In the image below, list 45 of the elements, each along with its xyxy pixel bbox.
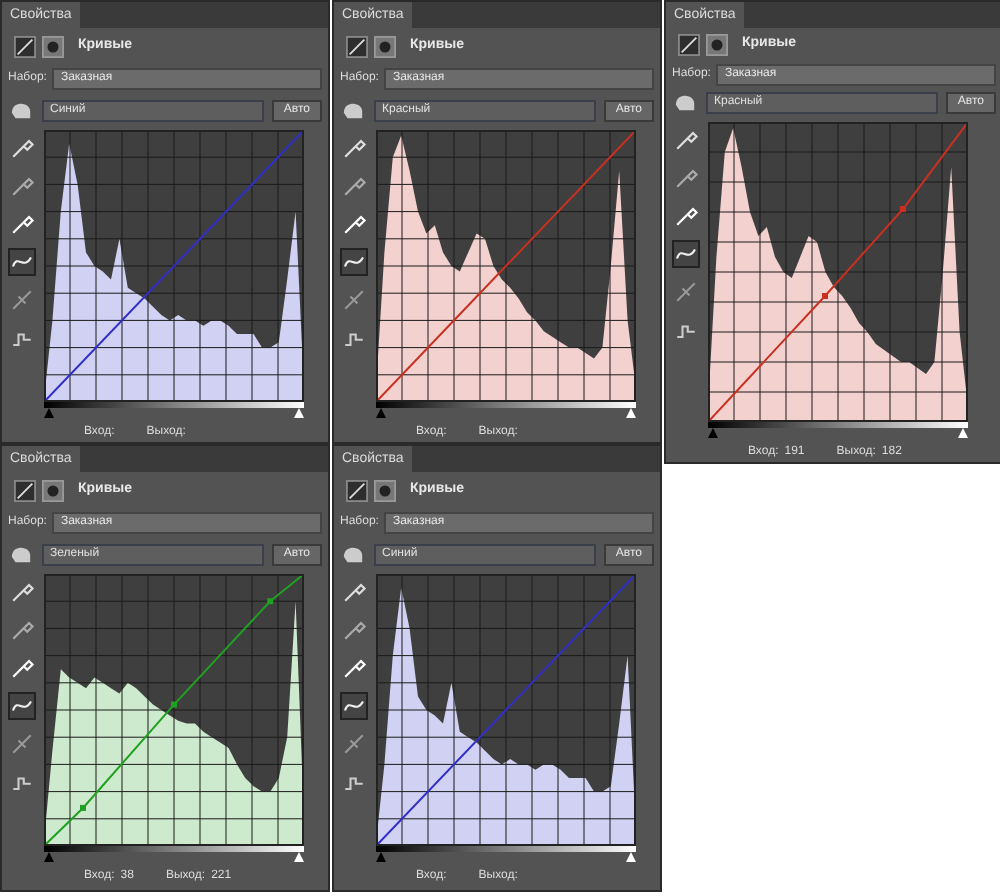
eyedropper-icon[interactable] <box>8 210 36 238</box>
pencil-icon[interactable] <box>340 286 368 314</box>
eyedropper-icon[interactable] <box>8 654 36 682</box>
eyedropper-icon[interactable] <box>672 202 700 230</box>
pencil-icon[interactable] <box>8 730 36 758</box>
mask-icon[interactable] <box>374 35 396 57</box>
eyedropper-icon[interactable] <box>340 210 368 238</box>
curves-adjustment-icon[interactable] <box>346 479 368 501</box>
shadow-slider-handle[interactable] <box>44 852 54 862</box>
curve-icon[interactable] <box>340 248 368 276</box>
eyedropper-icon[interactable] <box>340 134 368 162</box>
curves-adjustment-icon[interactable] <box>14 35 36 57</box>
curve-icon[interactable] <box>672 240 700 268</box>
eyedropper-icon[interactable] <box>8 578 36 606</box>
eyedropper-icon[interactable] <box>340 172 368 200</box>
eyedropper-icon[interactable] <box>340 654 368 682</box>
curves-graph-drawing[interactable] <box>44 574 304 846</box>
eyedropper-icon[interactable] <box>340 578 368 606</box>
curves-graph-drawing[interactable] <box>376 130 636 402</box>
curves-graph-drawing[interactable] <box>376 574 636 846</box>
shadow-slider-handle[interactable] <box>708 428 718 438</box>
shadow-slider-handle[interactable] <box>376 852 386 862</box>
eyedropper-icon[interactable] <box>672 126 700 154</box>
pencil-icon[interactable] <box>8 286 36 314</box>
mask-icon[interactable] <box>706 33 728 56</box>
shadow-slider-handle[interactable] <box>376 408 386 418</box>
shadow-slider-handle[interactable] <box>44 408 54 418</box>
pencil-icon[interactable] <box>340 730 368 758</box>
eyedropper-icon[interactable] <box>340 616 368 644</box>
mask-icon[interactable] <box>42 479 64 501</box>
curve-icon[interactable] <box>340 692 368 720</box>
pencil-icon[interactable] <box>672 278 700 306</box>
eyedropper-icon[interactable] <box>8 134 36 162</box>
mask-icon[interactable] <box>374 479 396 501</box>
curve-icon[interactable] <box>8 692 36 720</box>
eyedropper-icon[interactable] <box>672 164 700 192</box>
eyedropper-icon[interactable] <box>8 616 36 644</box>
curves-graph-drawing[interactable] <box>708 122 968 422</box>
curves-graph-drawing[interactable] <box>44 130 304 402</box>
curves-adjustment-icon[interactable] <box>14 479 36 501</box>
eyedropper-icon[interactable] <box>8 172 36 200</box>
curves-adjustment-icon[interactable] <box>346 35 368 57</box>
mask-icon[interactable] <box>42 35 64 57</box>
curve-icon[interactable] <box>8 248 36 276</box>
curves-adjustment-icon[interactable] <box>678 33 700 56</box>
